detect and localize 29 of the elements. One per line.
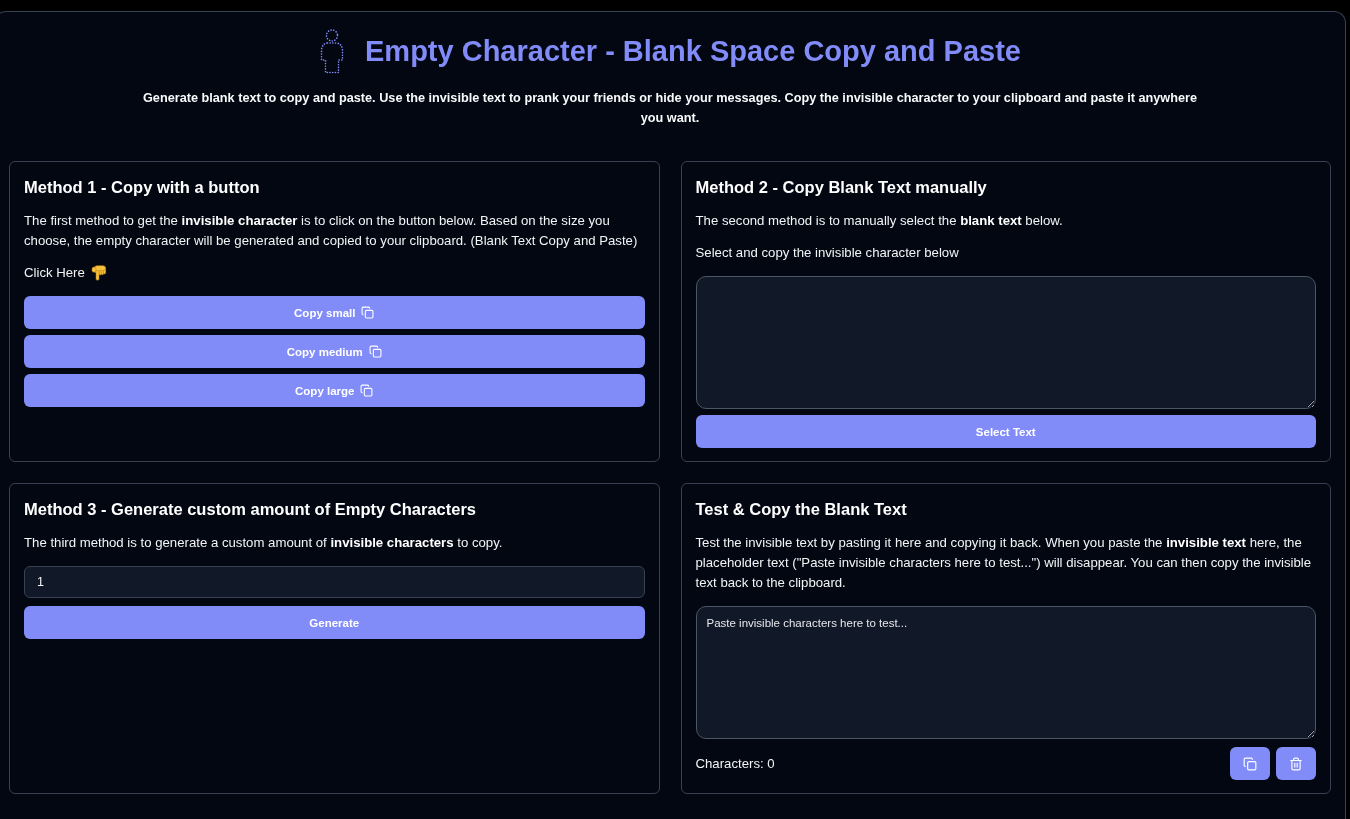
copy-button[interactable] bbox=[1230, 747, 1270, 780]
character-count: Characters: 0 bbox=[695, 754, 775, 773]
card-title: Method 1 - Copy with a button bbox=[24, 177, 261, 198]
card-description: Test the invisible text by pasting it here and copying it back. When you paste the invisible text here, the placeholder text ("Paste invisible characters here to test...") will disappear. You can then copy the invisible text back to the clipboard. bbox=[695, 534, 1313, 592]
delete-button[interactable] bbox=[1276, 747, 1316, 780]
card-description: The second method is to manually select the blank text below. bbox=[695, 212, 1064, 230]
select-text-button[interactable]: Select Text bbox=[695, 415, 1316, 448]
trash-icon bbox=[1289, 756, 1303, 771]
copy-icon bbox=[1243, 756, 1257, 771]
dotted-person-outline-icon bbox=[319, 28, 345, 74]
test-text-area[interactable]: Paste invisible characters here to test... bbox=[695, 606, 1316, 739]
instruction-text: Select and copy the invisible character below bbox=[695, 244, 960, 262]
copy-button[interactable]: Copy large bbox=[24, 374, 645, 407]
copy-button[interactable]: Copy small bbox=[24, 296, 645, 329]
card-title: Method 3 - Generate custom amount of Empty Characters bbox=[24, 499, 477, 520]
page-subtitle: Generate blank text to copy and paste. Use the invisible text to prank your friends or hide your messages. Copy the invisible character to your clipboard and paste it anywhere you want. bbox=[141, 90, 1199, 127]
copy-icon bbox=[361, 306, 375, 319]
card-title: Test & Copy the Blank Text bbox=[695, 499, 908, 520]
card-description: The third method is to generate a custom amount of invisible characters to copy. bbox=[24, 534, 504, 552]
copy-icon bbox=[368, 345, 382, 358]
amount-input[interactable]: 1 bbox=[24, 566, 645, 598]
prompt-text: Click Here bbox=[24, 264, 85, 282]
copy-button[interactable]: Copy medium bbox=[24, 335, 645, 368]
card-description: The first method to get the invisible character is to click on the button below. Based on the size you choose, the empty character will be generated and copied to your clipboard. (Blank Text Copy and Paste) bbox=[24, 212, 639, 250]
page-title: Empty Character - Blank Space Copy and Paste bbox=[365, 34, 1021, 69]
copy-icon bbox=[360, 384, 374, 397]
pointing-down-hand-icon bbox=[90, 265, 107, 281]
card-title: Method 2 - Copy Blank Text manually bbox=[695, 177, 988, 198]
generate-button[interactable]: Generate bbox=[24, 606, 645, 639]
